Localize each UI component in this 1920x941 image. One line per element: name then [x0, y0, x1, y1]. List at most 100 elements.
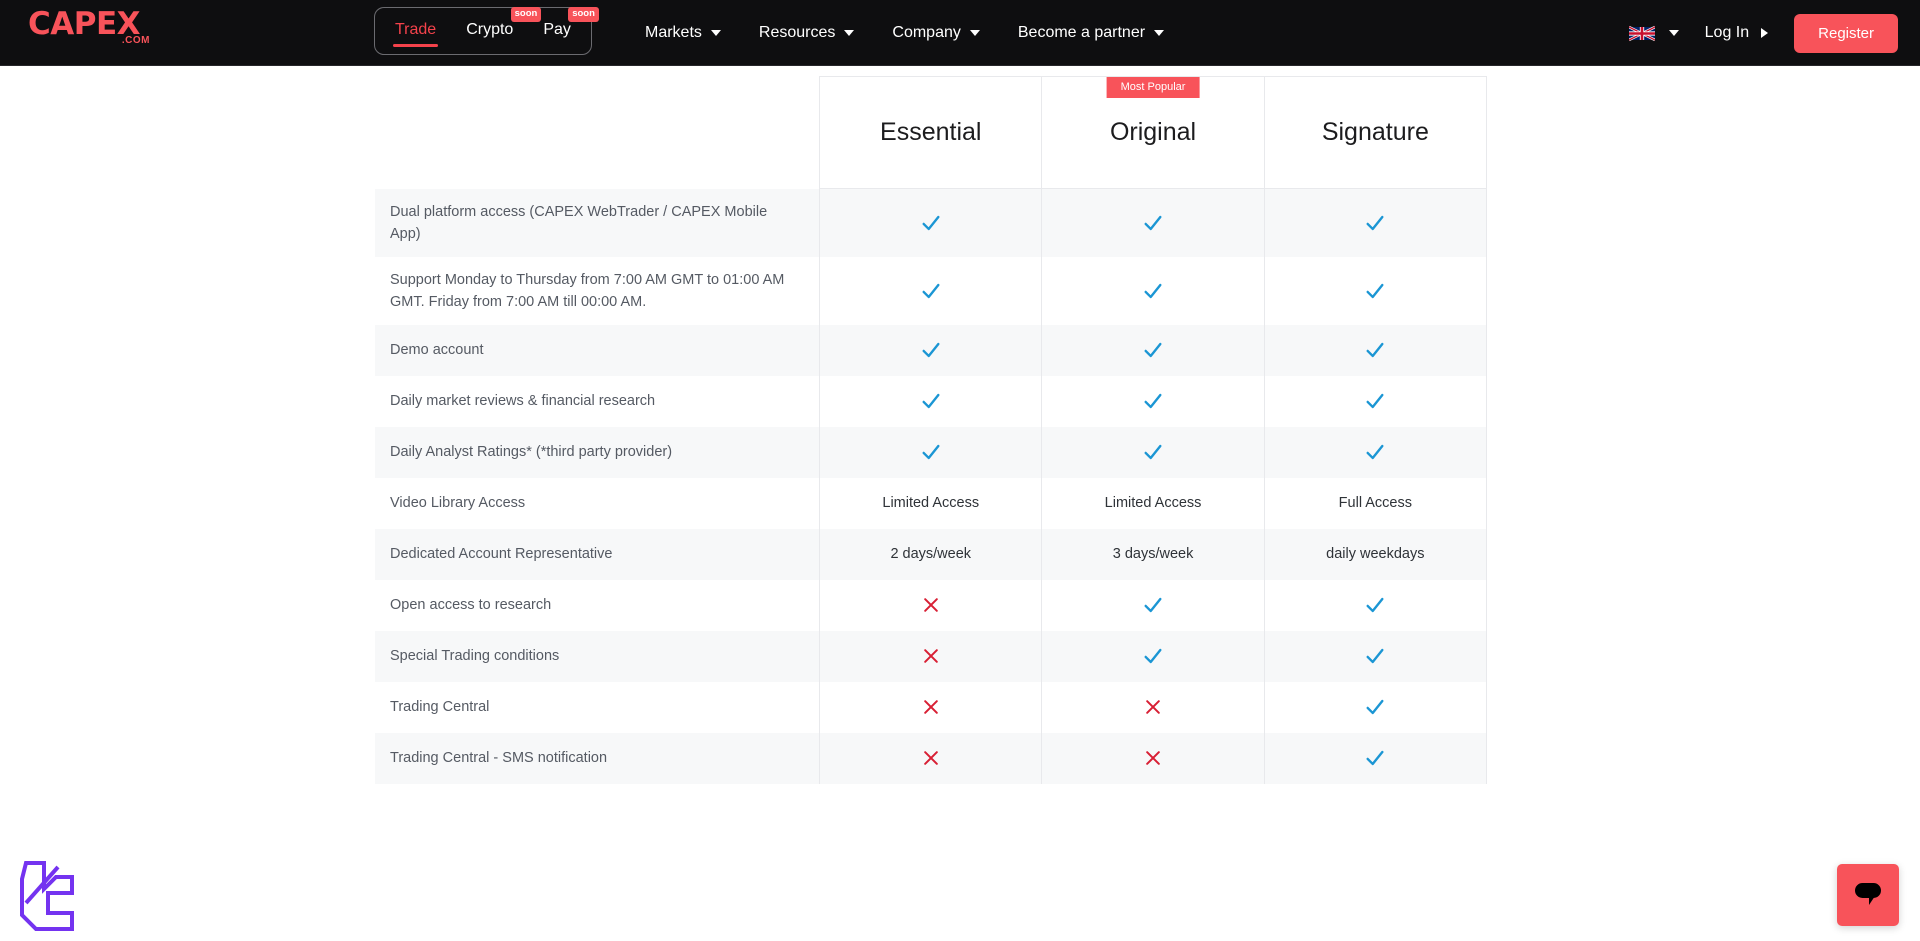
nav-label: Resources	[758, 24, 836, 41]
feature-label: Demo account	[375, 324, 820, 376]
nav-item-become-a-partner[interactable]: Become a partner	[1017, 24, 1165, 42]
check-icon	[920, 441, 942, 463]
login-link[interactable]: Log In	[1705, 24, 1794, 42]
plan-header-essential: Essential	[819, 76, 1043, 189]
chat-bubble-icon	[1855, 883, 1881, 905]
cross-icon	[921, 595, 941, 615]
chevron-down-icon	[1154, 30, 1165, 36]
table-row: Special Trading conditions	[375, 630, 1488, 682]
plan-value-cell	[1041, 188, 1265, 257]
segment-pay[interactable]: Pay soon	[541, 7, 599, 47]
plan-value-text: 2 days/week	[890, 546, 972, 563]
plan-value-cell	[1041, 681, 1265, 733]
table-row: Dedicated Account Representative 2 days/w…	[375, 528, 1488, 580]
plan-value-cell	[1263, 732, 1488, 784]
segment-pay-label: Pay	[543, 21, 571, 38]
table-row: Trading Central	[375, 681, 1488, 733]
nav-item-resources[interactable]: Resources	[758, 24, 855, 42]
plan-value-cell	[1041, 375, 1265, 427]
plan-value-cell	[819, 630, 1042, 682]
table-body: Dual platform access (CAPEX WebTrader / …	[375, 188, 1488, 784]
nav-item-markets[interactable]: Markets	[645, 24, 721, 42]
check-icon	[920, 280, 942, 302]
product-switcher: Trade Crypto soon Pay soon	[374, 7, 599, 55]
chat-widget-button[interactable]	[1837, 864, 1899, 926]
uk-flag-icon	[1628, 25, 1655, 42]
table-header-row: Essential Most Popular Original Signatur…	[375, 76, 1488, 189]
check-icon	[1142, 645, 1164, 667]
table-row: Daily Analyst Ratings* (*third party pro…	[375, 426, 1488, 478]
segment-crypto-label: Crypto	[466, 21, 514, 38]
feature-label: Dual platform access (CAPEX WebTrader / …	[375, 188, 820, 257]
check-icon	[1142, 594, 1164, 616]
lc-monogram-logo	[18, 859, 80, 935]
plan-value-text: Limited Access	[882, 495, 980, 512]
segment-trade[interactable]: Trade	[393, 15, 439, 47]
table-row: Daily market reviews & financial researc…	[375, 375, 1488, 427]
cross-icon	[1143, 697, 1163, 717]
check-icon	[1364, 747, 1386, 769]
plan-value-cell	[1041, 324, 1265, 376]
soon-badge: soon	[510, 7, 542, 22]
plan-value-cell: Full Access	[1263, 477, 1488, 529]
plan-value-cell: Limited Access	[819, 477, 1042, 529]
plan-value-cell	[1263, 188, 1488, 257]
plan-value-cell: 3 days/week	[1041, 528, 1265, 580]
check-icon	[1364, 594, 1386, 616]
plan-value-cell: 2 days/week	[819, 528, 1042, 580]
plan-value-text: Full Access	[1338, 495, 1413, 512]
feature-label: Video Library Access	[375, 477, 820, 529]
most-popular-badge: Most Popular	[1106, 77, 1200, 99]
check-icon	[1364, 645, 1386, 667]
plan-value-cell	[1263, 681, 1488, 733]
feature-label: Support Monday to Thursday from 7:00 AM …	[375, 256, 820, 325]
feature-label: Special Trading conditions	[375, 630, 820, 682]
nav-label: Become a partner	[1017, 24, 1146, 41]
table-row: Dual platform access (CAPEX WebTrader / …	[375, 188, 1488, 257]
plan-value-cell	[819, 324, 1042, 376]
check-icon	[1364, 441, 1386, 463]
plan-value-cell	[819, 256, 1042, 325]
plan-value-cell	[1041, 579, 1265, 631]
plan-value-cell	[819, 579, 1042, 631]
plan-value-cell	[1263, 375, 1488, 427]
check-icon	[920, 212, 942, 234]
plan-value-cell	[1041, 732, 1265, 784]
plan-name: Signature	[1321, 118, 1429, 146]
plan-header-original: Most Popular Original	[1041, 76, 1265, 189]
plan-value-text: daily weekdays	[1326, 546, 1425, 563]
plan-value-cell	[819, 426, 1042, 478]
feature-label: Daily market reviews & financial researc…	[375, 375, 820, 427]
site-header: CAPEX .COM Trade Crypto soon Pay soon Ma…	[0, 0, 1920, 66]
register-button[interactable]: Register	[1794, 13, 1898, 53]
triangle-right-icon	[1761, 28, 1769, 38]
check-icon	[1142, 339, 1164, 361]
logo-domain-suffix: .COM	[121, 35, 150, 46]
login-label: Log In	[1704, 24, 1750, 41]
plan-name: Essential	[880, 118, 982, 146]
nav-item-company[interactable]: Company	[892, 24, 980, 42]
check-icon	[920, 390, 942, 412]
feature-label: Dedicated Account Representative	[375, 528, 820, 580]
plan-value-cell	[1263, 426, 1488, 478]
chevron-down-icon	[1668, 30, 1679, 36]
feature-label: Daily Analyst Ratings* (*third party pro…	[375, 426, 820, 478]
check-icon	[1142, 390, 1164, 412]
plan-value-cell: daily weekdays	[1263, 528, 1488, 580]
nav-label: Markets	[645, 24, 702, 41]
feature-label: Trading Central - SMS notification	[375, 732, 820, 784]
plan-value-cell	[819, 375, 1042, 427]
chevron-down-icon	[969, 30, 980, 36]
plan-value-cell	[819, 681, 1042, 733]
plan-value-cell	[819, 188, 1042, 257]
check-icon	[1142, 280, 1164, 302]
plan-header-signature: Signature	[1264, 76, 1488, 189]
check-icon	[920, 339, 942, 361]
language-selector[interactable]	[1628, 25, 1705, 42]
capex-logo[interactable]: CAPEX .COM	[28, 8, 158, 52]
feature-column-header	[375, 77, 820, 189]
pricing-comparison-section: Essential Most Popular Original Signatur…	[0, 66, 1920, 941]
segment-crypto[interactable]: Crypto soon	[464, 7, 542, 47]
plan-value-cell: Limited Access	[1041, 477, 1265, 529]
cross-icon	[921, 646, 941, 666]
